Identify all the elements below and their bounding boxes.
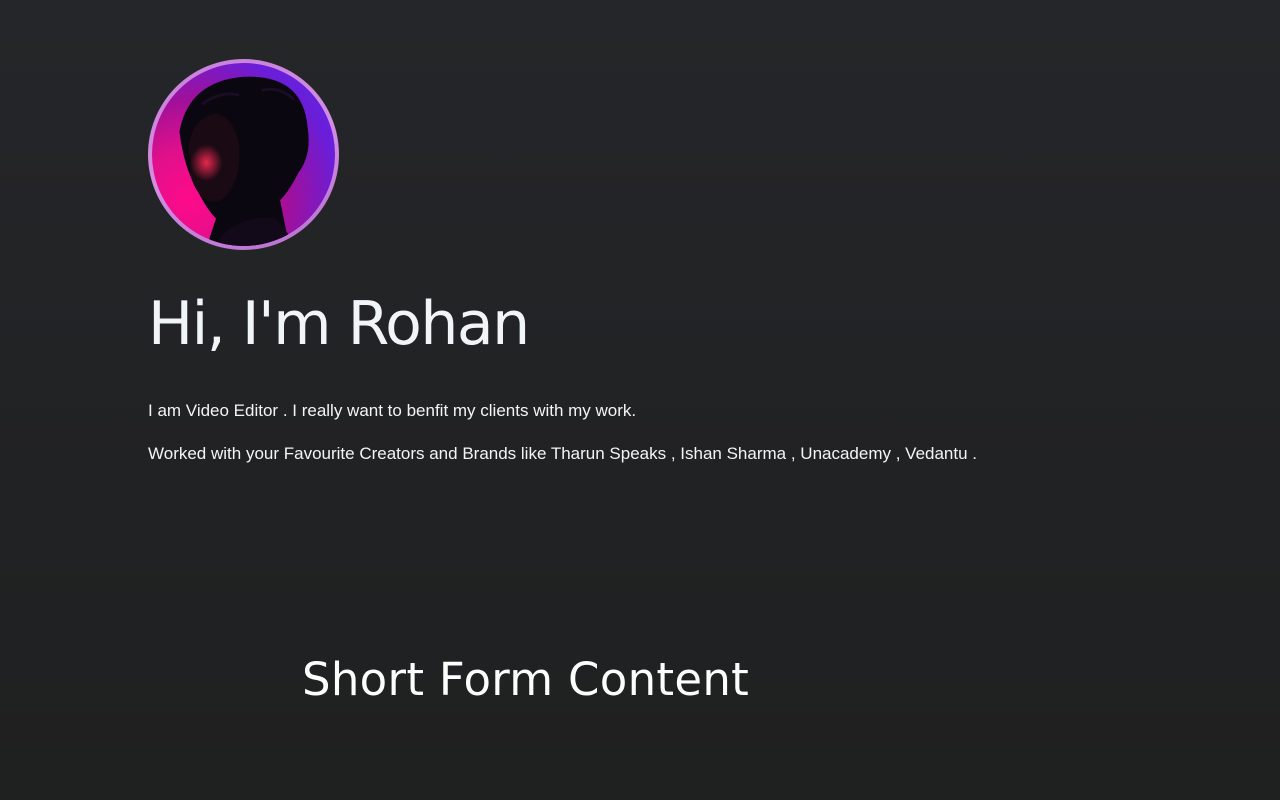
- portrait-silhouette-icon: [179, 76, 309, 246]
- page-title: Hi, I'm Rohan: [148, 289, 530, 359]
- hero-section: Hi, I'm Rohan I am Video Editor . I real…: [148, 59, 1148, 465]
- bio-clients-text: Worked with your Favourite Creators and …: [148, 444, 978, 464]
- short-form-content-heading: Short Form Content: [302, 653, 750, 706]
- avatar-photo: [152, 63, 335, 246]
- bio-intro-text: I am Video Editor . I really want to ben…: [148, 401, 637, 420]
- avatar: [148, 59, 339, 250]
